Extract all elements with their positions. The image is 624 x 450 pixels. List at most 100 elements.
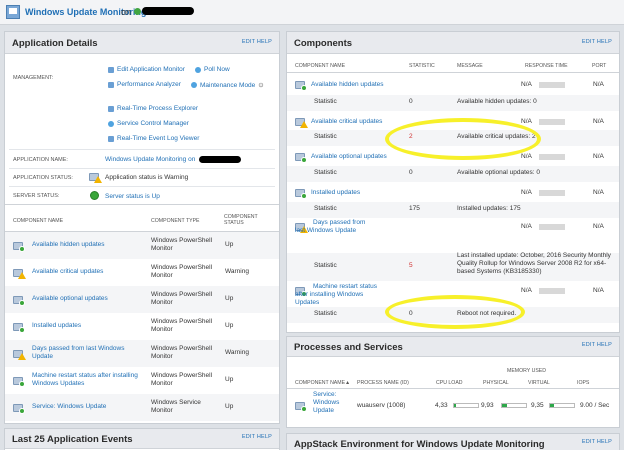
performance-analyzer-link[interactable]: Performance Analyzer bbox=[108, 81, 181, 88]
edit-help-link[interactable]: EDIT HELP bbox=[582, 342, 612, 348]
component-type: Windows PowerShell Monitor bbox=[151, 318, 213, 333]
up-status-icon bbox=[13, 241, 25, 252]
redacted-node-name bbox=[199, 156, 241, 163]
component-name-link[interactable]: Installed updates bbox=[32, 322, 147, 330]
component-name-link[interactable]: Machine restart status after installing … bbox=[32, 372, 147, 388]
divider bbox=[9, 149, 275, 150]
page-title-on: on bbox=[121, 7, 132, 17]
panel-title: AppStack Environment for Windows Update … bbox=[294, 439, 545, 450]
cpu-load-value: 4,33 bbox=[435, 402, 448, 409]
table-row: Available critical updates Windows PowerS… bbox=[5, 259, 279, 286]
process-component-name[interactable]: Service: Windows Update bbox=[313, 391, 353, 415]
components-panel: Components EDIT HELP COMPONENT NAME STAT… bbox=[286, 31, 620, 333]
statistic-value: 0 bbox=[409, 98, 413, 105]
cpu-load-bar bbox=[453, 403, 479, 408]
col-physical: PHYSICAL bbox=[483, 380, 509, 386]
port-value: N/A bbox=[593, 189, 604, 196]
col-cpu-load: CPU LOAD bbox=[436, 380, 463, 386]
message-value: Installed updates: 175 bbox=[457, 205, 521, 212]
component-status: Warning bbox=[225, 268, 249, 275]
component-type: Windows PowerShell Monitor bbox=[151, 345, 213, 360]
message-value: Last installed update: October, 2016 Sec… bbox=[457, 252, 611, 275]
col-process-name: PROCESS NAME (ID) bbox=[357, 380, 409, 386]
edit-help-link[interactable]: EDIT HELP bbox=[242, 434, 272, 440]
panel-title: Processes and Services bbox=[294, 342, 403, 353]
port-value: N/A bbox=[593, 223, 604, 230]
app-status-label: APPLICATION STATUS: bbox=[13, 175, 73, 181]
component-name-link[interactable]: Available hidden updates bbox=[311, 81, 431, 89]
edit-help-link[interactable]: EDIT HELP bbox=[242, 39, 272, 45]
app-name-value[interactable]: Windows Update Monitoring on bbox=[105, 156, 195, 163]
virtual-bar bbox=[549, 403, 575, 408]
col-statistic: STATISTIC bbox=[409, 63, 435, 69]
table-row: Available hidden updates Windows PowerShe… bbox=[5, 232, 279, 259]
up-status-icon bbox=[13, 295, 25, 306]
processes-panel: Processes and Services EDIT HELP MEMORY … bbox=[286, 336, 620, 428]
log-icon bbox=[108, 135, 114, 142]
application-details-header: Application Details EDIT HELP bbox=[5, 32, 279, 54]
edit-help-link[interactable]: EDIT HELP bbox=[582, 39, 612, 45]
server-up-icon bbox=[90, 191, 99, 200]
message-value: Available optional updates: 0 bbox=[457, 169, 540, 176]
refresh-icon bbox=[195, 66, 201, 73]
warning-status-icon bbox=[13, 268, 26, 279]
col-response-time: RESPONSE TIME bbox=[525, 63, 568, 69]
component-name-link[interactable]: Machine restart status after installing … bbox=[295, 283, 377, 307]
response-time-bar bbox=[539, 190, 565, 196]
message-value: Available hidden updates: 0 bbox=[457, 98, 537, 105]
service-control-manager-link[interactable]: Service Control Manager bbox=[108, 120, 189, 127]
component-name-link[interactable]: Available hidden updates bbox=[32, 241, 147, 249]
panel-title: Last 25 Application Events bbox=[12, 434, 133, 445]
table-row: Installed updates Windows PowerShell Moni… bbox=[5, 313, 279, 340]
edit-monitor-link[interactable]: Edit Application Monitor bbox=[108, 66, 185, 73]
warning-status-icon bbox=[89, 172, 102, 183]
up-status-icon bbox=[295, 80, 307, 91]
divider bbox=[287, 72, 619, 73]
component-name-link[interactable]: Days passed from last Windows Update bbox=[295, 219, 377, 235]
up-status-icon bbox=[295, 188, 307, 199]
chevron-down-icon: ⊙ bbox=[258, 82, 264, 89]
divider bbox=[9, 168, 275, 169]
management-label: MANAGEMENT: bbox=[13, 75, 54, 81]
col-component-name: COMPONENT NAME bbox=[295, 63, 346, 69]
component-name-link[interactable]: Installed updates bbox=[311, 189, 431, 197]
memory-used-header: MEMORY USED bbox=[507, 368, 547, 374]
process-explorer-icon bbox=[108, 105, 114, 112]
col-component-name: COMPONENT NAME bbox=[13, 218, 64, 224]
statistic-label: Statistic bbox=[314, 98, 337, 105]
sort-ascending-icon[interactable]: ▲ bbox=[345, 380, 350, 386]
component-name-link[interactable]: Days passed from last Windows Update bbox=[32, 345, 147, 361]
edit-help-link[interactable]: EDIT HELP bbox=[582, 439, 612, 445]
server-status-value[interactable]: Server status is Up bbox=[105, 193, 160, 200]
maintenance-mode-menu[interactable]: Maintenance Mode ⊙ bbox=[191, 81, 264, 89]
component-name-link[interactable]: Available optional updates bbox=[32, 295, 147, 303]
statistic-label: Statistic bbox=[314, 133, 337, 140]
gear-icon bbox=[108, 120, 114, 127]
process-name: wuauserv (1008) bbox=[357, 402, 406, 409]
poll-now-link[interactable]: Poll Now bbox=[195, 66, 230, 73]
component-name-link[interactable]: Service: Windows Update bbox=[32, 403, 147, 411]
component-status: Up bbox=[225, 322, 234, 329]
divider bbox=[5, 204, 279, 205]
process-explorer-link[interactable]: Real-Time Process Explorer bbox=[108, 105, 198, 112]
component-status: Warning bbox=[225, 349, 249, 356]
highlight-annotation bbox=[385, 118, 541, 160]
response-time-value: N/A bbox=[521, 153, 532, 160]
col-component-name[interactable]: COMPONENT NAME bbox=[295, 380, 345, 386]
component-status: Up bbox=[225, 295, 234, 302]
highlight-annotation bbox=[385, 295, 525, 329]
statistic-label: Statistic bbox=[314, 205, 337, 212]
divider bbox=[9, 186, 275, 187]
physical-bar bbox=[501, 403, 527, 408]
statistic-value: 5 bbox=[409, 262, 413, 269]
response-time-value: N/A bbox=[521, 81, 532, 88]
response-time-value: N/A bbox=[521, 223, 532, 230]
col-component-status: COMPONENT STATUS bbox=[224, 214, 258, 226]
application-details-panel: Application Details EDIT HELP MANAGEMENT… bbox=[4, 31, 280, 424]
events-panel: Last 25 Application Events EDIT HELP bbox=[4, 428, 280, 450]
panel-title: Components bbox=[294, 38, 353, 49]
virtual-value: 9,35 bbox=[531, 402, 544, 409]
event-log-viewer-link[interactable]: Real-Time Event Log Viewer bbox=[108, 135, 199, 142]
iops-value: 9.00 / Sec bbox=[580, 402, 610, 409]
component-name-link[interactable]: Available critical updates bbox=[32, 268, 147, 276]
